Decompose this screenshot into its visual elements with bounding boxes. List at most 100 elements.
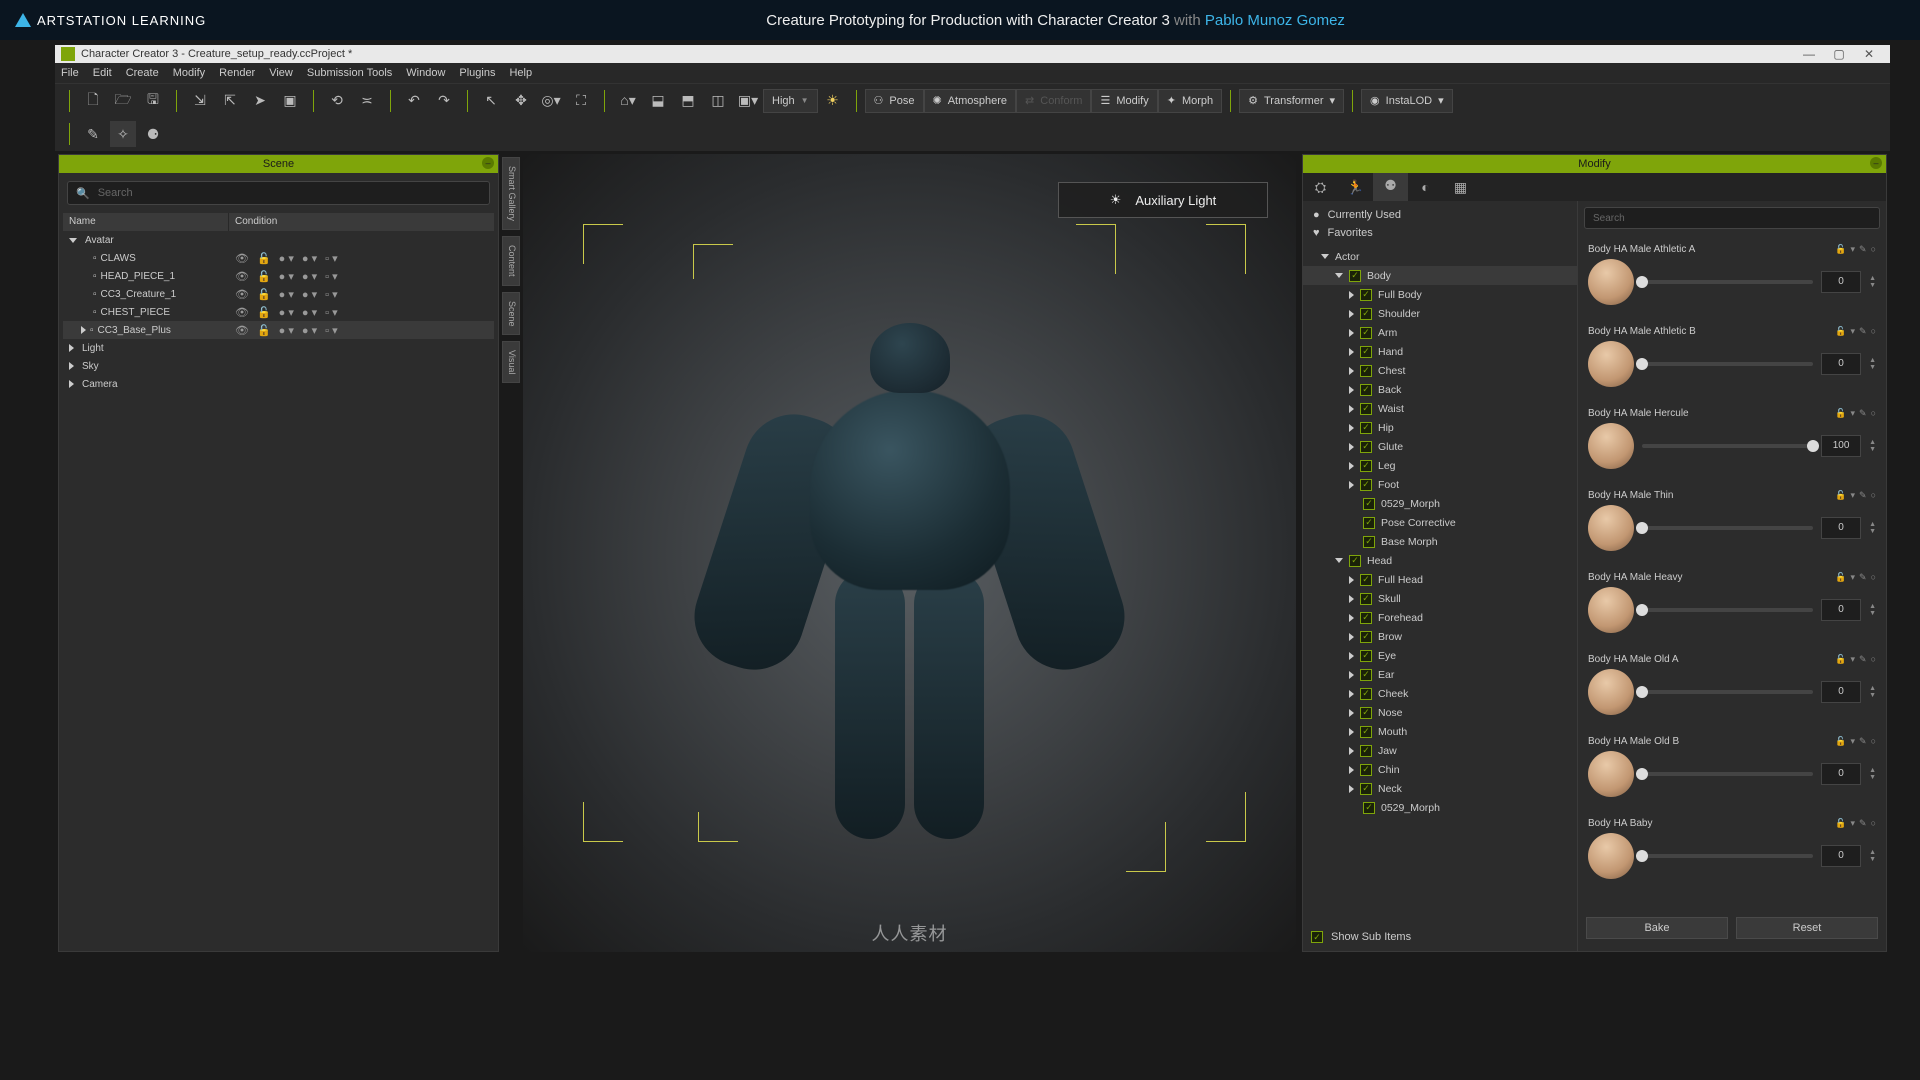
checkbox-icon[interactable]: ✓ (1360, 707, 1372, 719)
menu-modify[interactable]: Modify (173, 67, 205, 79)
tab-motion-icon[interactable]: 🏃 (1338, 173, 1373, 201)
export-icon[interactable]: ⇱ (217, 88, 243, 114)
lock-icon[interactable]: 🔓 (1835, 572, 1846, 583)
hier-row[interactable]: ✓Jaw (1303, 741, 1577, 760)
checkbox-icon[interactable]: ✓ (1360, 479, 1372, 491)
lock-icon[interactable]: 🔓 (1835, 408, 1846, 419)
morph-value-input[interactable]: 0 (1821, 517, 1861, 539)
checkbox-icon[interactable]: ✓ (1360, 745, 1372, 757)
scene-tree-row[interactable]: ▫HEAD_PIECE_1👁🔓● ▾● ▾▫ ▾ (63, 267, 494, 285)
skin-icon[interactable]: ⚈ (140, 121, 166, 147)
menu-edit[interactable]: Edit (93, 67, 112, 79)
hier-row[interactable]: ✓Mouth (1303, 722, 1577, 741)
edit-icon[interactable]: ✎ (1859, 736, 1867, 747)
reset-button[interactable]: Reset (1736, 917, 1878, 939)
pose-button[interactable]: ⚇Pose (865, 89, 924, 113)
morph-value-input[interactable]: 100 (1821, 435, 1861, 457)
morph-slider[interactable] (1642, 362, 1813, 366)
spinner-arrows[interactable]: ▲▼ (1869, 439, 1876, 453)
checkbox-icon[interactable]: ✓ (1360, 669, 1372, 681)
edit-icon[interactable]: ✎ (1859, 572, 1867, 583)
camera-icon[interactable]: ▣▾ (735, 88, 761, 114)
hier-row[interactable]: ✓Arm (1303, 323, 1577, 342)
morph-slider[interactable] (1642, 690, 1813, 694)
pan-icon[interactable]: ≍ (354, 88, 380, 114)
frame-out-icon[interactable]: ⬒ (675, 88, 701, 114)
dot-group[interactable]: ▫ ▾ (325, 270, 337, 283)
reset-icon[interactable]: ○ (1871, 326, 1876, 336)
morph-value-input[interactable]: 0 (1821, 763, 1861, 785)
eye-icon[interactable]: 👁 (235, 252, 249, 265)
hier-row[interactable]: ✓Full Head (1303, 570, 1577, 589)
eye-icon[interactable]: 👁 (235, 270, 249, 283)
menu-submission-tools[interactable]: Submission Tools (307, 67, 392, 79)
eye-icon[interactable]: 👁 (235, 324, 249, 337)
edit-icon[interactable]: ✎ (1859, 818, 1867, 829)
rail-tab-scene[interactable]: Scene (502, 292, 520, 336)
rail-tab-content[interactable]: Content (502, 236, 520, 286)
morph-value-input[interactable]: 0 (1821, 845, 1861, 867)
scene-tree-row[interactable]: ▫CHEST_PIECE👁🔓● ▾● ▾▫ ▾ (63, 303, 494, 321)
bake-button[interactable]: Bake (1586, 917, 1728, 939)
hier-row[interactable]: ✓Brow (1303, 627, 1577, 646)
scene-tree-row[interactable]: Camera (63, 375, 494, 393)
checkbox-icon[interactable]: ✓ (1360, 308, 1372, 320)
menu-view[interactable]: View (269, 67, 293, 79)
save-file-icon[interactable]: 🖫 (140, 88, 166, 114)
menu-create[interactable]: Create (126, 67, 159, 79)
hier-row[interactable]: ✓Neck (1303, 779, 1577, 798)
hier-row[interactable]: ✓Head (1303, 551, 1577, 570)
morph-value-input[interactable]: 0 (1821, 271, 1861, 293)
transformer-dropdown[interactable]: ⚙Transformer▾ (1239, 89, 1344, 113)
checkbox-icon[interactable]: ✓ (1360, 327, 1372, 339)
hier-row[interactable]: ✓Leg (1303, 456, 1577, 475)
hier-row[interactable]: ✓Pose Corrective (1303, 513, 1577, 532)
panel-close-icon[interactable]: – (1870, 157, 1882, 169)
dot-group[interactable]: ● ▾ (279, 270, 294, 283)
spinner-arrows[interactable]: ▲▼ (1869, 685, 1876, 699)
spinner-arrows[interactable]: ▲▼ (1869, 767, 1876, 781)
eye-icon[interactable]: 👁 (235, 306, 249, 319)
instalod-dropdown[interactable]: ◉InstaLOD▾ (1361, 89, 1453, 113)
spinner-arrows[interactable]: ▲▼ (1869, 849, 1876, 863)
chevron-down-icon[interactable]: ▾ (1850, 654, 1855, 665)
checkbox-icon[interactable]: ✓ (1349, 270, 1361, 282)
checkbox-icon[interactable]: ✓ (1360, 688, 1372, 700)
dot-group[interactable]: ● ▾ (279, 324, 294, 337)
spinner-arrows[interactable]: ▲▼ (1869, 603, 1876, 617)
checkbox-icon[interactable]: ✓ (1363, 517, 1375, 529)
orbit-icon[interactable]: ⟲ (324, 88, 350, 114)
reset-icon[interactable]: ○ (1871, 244, 1876, 254)
import-icon[interactable]: ⇲ (187, 88, 213, 114)
checkbox-icon[interactable]: ✓ (1360, 726, 1372, 738)
spinner-arrows[interactable]: ▲▼ (1869, 357, 1876, 371)
chevron-down-icon[interactable]: ▾ (1850, 490, 1855, 501)
mesh-edit-icon[interactable]: ✧ (110, 121, 136, 147)
edit-icon[interactable]: ✎ (1859, 408, 1867, 419)
checkbox-icon[interactable]: ✓ (1360, 460, 1372, 472)
reset-icon[interactable]: ○ (1871, 408, 1876, 418)
menu-render[interactable]: Render (219, 67, 255, 79)
dot-group[interactable]: ● ▾ (302, 252, 317, 265)
dot-group[interactable]: ● ▾ (302, 288, 317, 301)
dot-group[interactable]: ● ▾ (302, 270, 317, 283)
checkbox-icon[interactable]: ✓ (1363, 536, 1375, 548)
lock-icon[interactable]: 🔓 (257, 324, 271, 337)
favorites-filter[interactable]: ♥Favorites (1313, 227, 1567, 239)
open-file-icon[interactable]: 🗁 (110, 88, 136, 114)
menu-file[interactable]: File (61, 67, 79, 79)
dot-group[interactable]: ▫ ▾ (325, 252, 337, 265)
reset-icon[interactable]: ○ (1871, 736, 1876, 746)
undo-icon[interactable]: ↶ (401, 88, 427, 114)
show-sub-items-toggle[interactable]: ✓ Show Sub Items (1303, 923, 1577, 951)
scene-tree-row[interactable]: ▫CC3_Creature_1👁🔓● ▾● ▾▫ ▾ (63, 285, 494, 303)
lock-icon[interactable]: 🔓 (1835, 818, 1846, 829)
hier-row[interactable]: ✓Shoulder (1303, 304, 1577, 323)
edit-icon[interactable]: ✎ (1859, 490, 1867, 501)
reset-icon[interactable]: ○ (1871, 818, 1876, 828)
spinner-arrows[interactable]: ▲▼ (1869, 275, 1876, 289)
hier-row[interactable]: ✓Body (1303, 266, 1577, 285)
checkbox-icon[interactable]: ✓ (1360, 422, 1372, 434)
author-link[interactable]: Pablo Munoz Gomez (1205, 12, 1345, 29)
chevron-down-icon[interactable]: ▾ (1850, 736, 1855, 747)
